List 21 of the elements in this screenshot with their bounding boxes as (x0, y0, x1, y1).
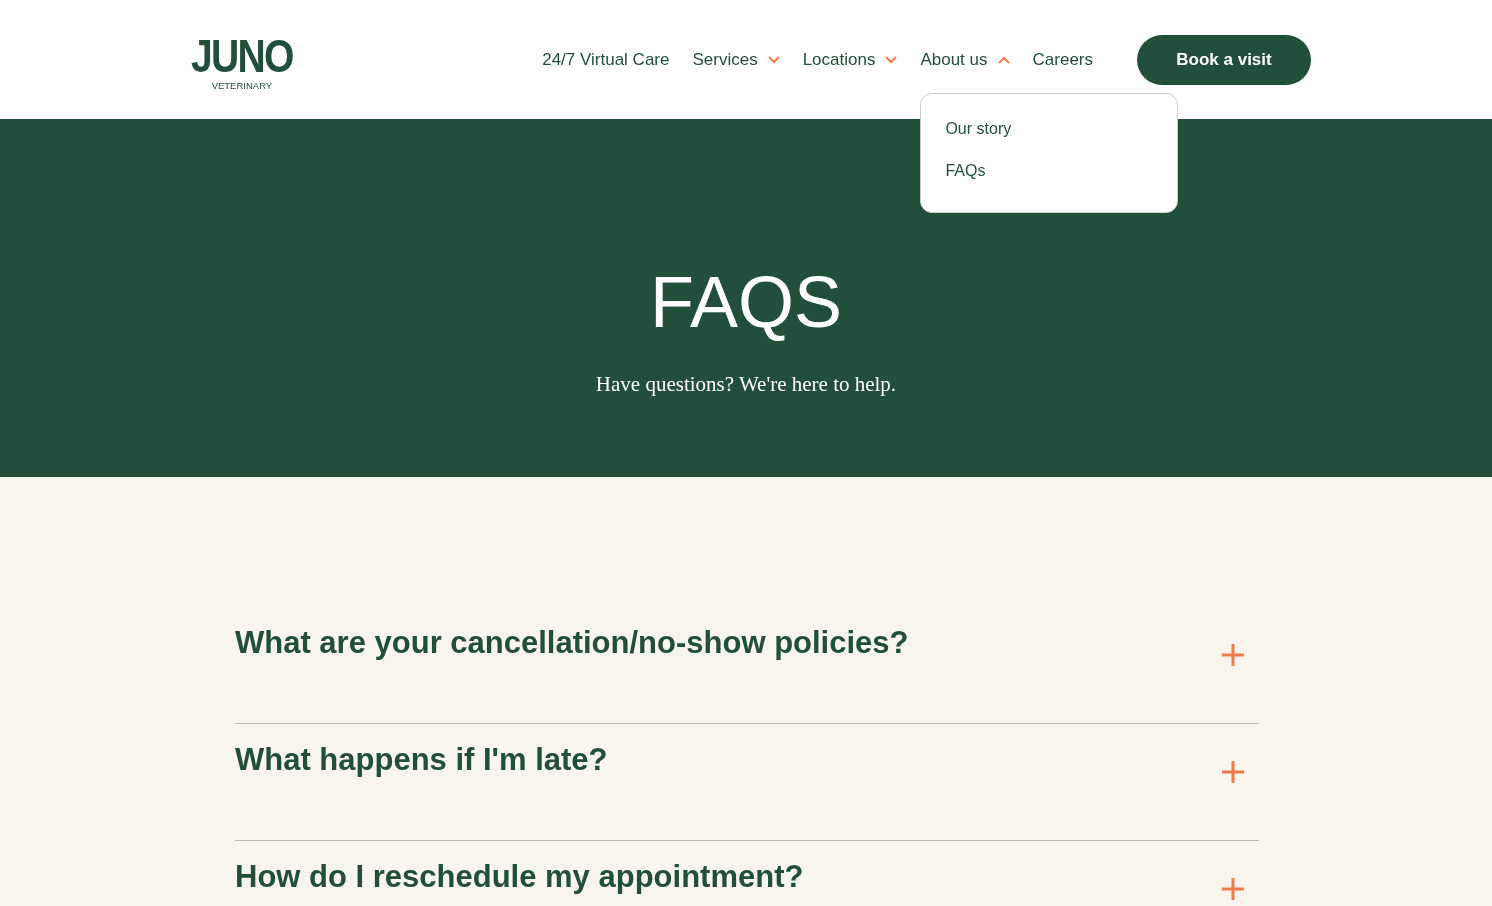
chevron-icon (997, 55, 1010, 64)
expand-icon[interactable] (1221, 760, 1245, 784)
chevron-icon (767, 55, 780, 64)
expand-icon[interactable] (1221, 877, 1245, 901)
nav-link[interactable]: About us (920, 49, 1010, 70)
faq-question[interactable]: What happens if I'm late? (235, 742, 608, 778)
nav-link[interactable]: Careers (1032, 49, 1093, 70)
hero-subtitle: Have questions? We're here to help. (595, 372, 897, 397)
nav-link[interactable]: Services (692, 49, 780, 70)
book-button[interactable]: Book a visit (1137, 34, 1311, 85)
page-title: FAQS (649, 264, 843, 340)
menu-item[interactable]: Our story (945, 119, 1154, 138)
nav-link[interactable]: 24/7 Virtual Care (542, 49, 670, 70)
menu-item[interactable]: FAQs (945, 161, 1154, 180)
expand-icon[interactable] (1221, 643, 1245, 667)
logo-tagline: VETERINARY (211, 80, 273, 91)
nav-link[interactable]: Locations (802, 49, 898, 70)
chevron-icon (885, 55, 898, 64)
faq-question[interactable]: What are your cancellation/no-show policies? (235, 625, 909, 661)
faq-question[interactable]: How do I reschedule my appointment? (235, 859, 804, 895)
logo-wordmark[interactable]: JUNO (191, 34, 293, 78)
